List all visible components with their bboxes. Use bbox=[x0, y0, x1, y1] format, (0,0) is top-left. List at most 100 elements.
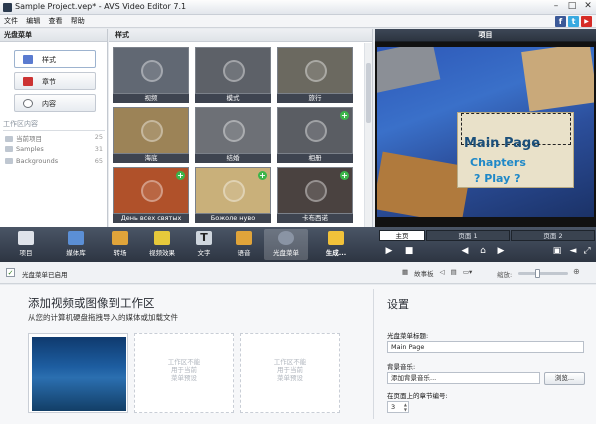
style-thumbnail[interactable]: 旅行 bbox=[277, 47, 353, 103]
tab-main-page[interactable]: 主页 bbox=[379, 230, 425, 241]
zoom-in-icon[interactable]: ⊕ bbox=[573, 267, 580, 276]
youtube-icon[interactable]: ▶ bbox=[581, 16, 592, 27]
style-thumbnail[interactable]: 结婚 bbox=[195, 107, 271, 163]
style-preview-image: + bbox=[277, 167, 353, 214]
slot-text-line: 菜单预设 bbox=[277, 374, 303, 382]
spinner-arrows-icon[interactable]: ▲ ▼ bbox=[404, 402, 407, 412]
slot-text-line: 菜单预设 bbox=[171, 374, 197, 382]
style-thumbnail-label: 卡布西诺 bbox=[277, 214, 353, 223]
workspace-slot-filled[interactable] bbox=[28, 333, 128, 413]
workspace-item-label: Backgrounds bbox=[16, 157, 59, 165]
bg-music-label: 背景音乐: bbox=[387, 363, 416, 371]
disc-menu-button[interactable]: 光盘菜单 bbox=[264, 229, 308, 260]
chapters-button[interactable]: 章节 bbox=[14, 72, 96, 90]
close-button[interactable]: ✕ bbox=[580, 0, 596, 14]
add-style-icon[interactable]: + bbox=[176, 171, 185, 180]
disc-menu-panel: 光盘菜单 样式 章节 内容 工作区内容 当前项目 25 Samples 31 B… bbox=[0, 29, 108, 227]
photo-frame bbox=[521, 47, 594, 112]
folder-icon bbox=[5, 136, 13, 142]
menu-play-text[interactable]: ? Play ? bbox=[474, 172, 521, 185]
transitions-button[interactable]: 转场 bbox=[98, 229, 142, 260]
workspace-item[interactable]: Backgrounds 65 bbox=[5, 157, 105, 168]
menu-title-text[interactable]: Main Page bbox=[464, 136, 540, 151]
chapters-button-label: 章节 bbox=[42, 78, 56, 86]
microphone-icon bbox=[236, 231, 252, 245]
voice-button[interactable]: 语音 bbox=[222, 229, 266, 260]
workspace-slot-empty[interactable]: 工作区不能 用于当前 菜单预设 bbox=[240, 333, 340, 413]
scrollbar-thumb[interactable] bbox=[366, 63, 371, 123]
workspace-item-count: 65 bbox=[94, 157, 103, 165]
workspace-item[interactable]: 当前项目 25 bbox=[5, 133, 105, 144]
produce-button[interactable]: 生成... bbox=[314, 229, 358, 260]
disc-menu-label: 光盘菜单 bbox=[273, 249, 299, 257]
text-button[interactable]: T 文字 bbox=[182, 229, 226, 260]
previous-page-icon[interactable]: ◀ bbox=[459, 245, 471, 257]
content-button-label: 内容 bbox=[42, 100, 56, 108]
folder-icon bbox=[5, 158, 13, 164]
minimize-button[interactable]: – bbox=[548, 0, 564, 14]
twitter-icon[interactable]: t bbox=[568, 16, 579, 27]
style-thumbnail-label: День всех святых bbox=[113, 214, 189, 223]
home-icon[interactable]: ⌂ bbox=[477, 245, 489, 257]
style-thumbnail[interactable]: + 相册 bbox=[277, 107, 353, 163]
style-thumbnail[interactable]: 模式 bbox=[195, 47, 271, 103]
text-icon: T bbox=[196, 231, 212, 245]
style-thumbnail[interactable]: + Божоле нуво bbox=[195, 167, 271, 223]
project-button[interactable]: 项目 bbox=[4, 229, 48, 260]
style-thumbnail-label: Божоле нуво bbox=[195, 214, 271, 223]
styles-panel-title: 样式 bbox=[109, 29, 372, 42]
menu-file[interactable]: 文件 bbox=[2, 15, 20, 28]
star-icon bbox=[154, 231, 170, 245]
voice-label: 语音 bbox=[237, 249, 251, 257]
content-button[interactable]: 内容 bbox=[14, 94, 96, 112]
placeholder-icon bbox=[141, 180, 163, 202]
chapters-count-spinner[interactable]: 3 ▲ ▼ bbox=[387, 401, 409, 413]
menu-help[interactable]: 帮助 bbox=[69, 15, 87, 28]
styles-button[interactable]: 样式 bbox=[14, 50, 96, 68]
film-icon bbox=[68, 231, 84, 245]
stop-icon[interactable]: ■ bbox=[403, 245, 415, 257]
fullscreen-icon[interactable]: ⤢ bbox=[581, 245, 593, 257]
slot-text-line: 用于当前 bbox=[277, 366, 303, 374]
menu-chapters-text[interactable]: Chapters bbox=[470, 156, 526, 169]
snapshot-icon[interactable]: ▣ bbox=[551, 245, 563, 257]
page-tabs: 主页 页面 1 页面 2 bbox=[379, 230, 596, 241]
play-icon[interactable]: ▶ bbox=[383, 245, 395, 257]
view-icon[interactable]: ▤ bbox=[451, 268, 457, 278]
workspace-item-count: 25 bbox=[94, 133, 103, 141]
aspect-dropdown[interactable]: ▭▾ bbox=[463, 268, 472, 278]
add-style-icon[interactable]: + bbox=[258, 171, 267, 180]
style-thumbnail[interactable]: + День всех святых bbox=[113, 167, 189, 223]
storyboard-label[interactable]: 故事板 bbox=[414, 268, 434, 278]
zoom-slider-knob[interactable] bbox=[535, 269, 540, 278]
styles-scrollbar[interactable] bbox=[364, 43, 372, 227]
maximize-button[interactable]: □ bbox=[564, 0, 580, 14]
style-preview-image: + bbox=[195, 167, 271, 214]
add-style-icon[interactable]: + bbox=[340, 171, 349, 180]
storyboard-icon[interactable]: ▦ bbox=[402, 268, 408, 278]
next-page-icon[interactable]: ▶ bbox=[495, 245, 507, 257]
menu-title-input[interactable]: Main Page bbox=[387, 341, 584, 353]
style-thumbnail[interactable]: + 卡布西诺 bbox=[277, 167, 353, 223]
disc-menu-enabled-checkbox[interactable]: ✓ bbox=[6, 268, 15, 277]
workspace-item[interactable]: Samples 31 bbox=[5, 145, 105, 156]
workspace-item-label: Samples bbox=[16, 145, 44, 153]
workspace-slot-empty[interactable]: 工作区不能 用于当前 菜单预设 bbox=[134, 333, 234, 413]
menu-edit[interactable]: 编辑 bbox=[24, 15, 42, 28]
video-effects-button[interactable]: 视频效果 bbox=[140, 229, 184, 260]
zoom-slider[interactable] bbox=[518, 272, 568, 275]
add-style-icon[interactable]: + bbox=[340, 111, 349, 120]
bg-music-input[interactable]: 添加背景音乐... bbox=[387, 372, 540, 384]
browse-button[interactable]: 浏览... bbox=[544, 372, 585, 385]
style-thumbnail[interactable]: 视频 bbox=[113, 47, 189, 103]
tab-page-1[interactable]: 页面 1 bbox=[426, 230, 510, 241]
menu-preview-screen[interactable]: Main Page Chapters ? Play ? bbox=[377, 47, 594, 217]
disc-menu-panel-title: 光盘菜单 bbox=[0, 29, 107, 42]
menu-view[interactable]: 查看 bbox=[46, 15, 64, 28]
volume-icon[interactable]: ◄ bbox=[567, 245, 579, 257]
tab-page-2[interactable]: 页面 2 bbox=[511, 230, 595, 241]
media-library-button[interactable]: 媒体库 bbox=[54, 229, 98, 260]
facebook-icon[interactable]: f bbox=[555, 16, 566, 27]
style-thumbnail[interactable]: 海底 bbox=[113, 107, 189, 163]
audio-icon[interactable]: ◁ bbox=[440, 268, 445, 278]
